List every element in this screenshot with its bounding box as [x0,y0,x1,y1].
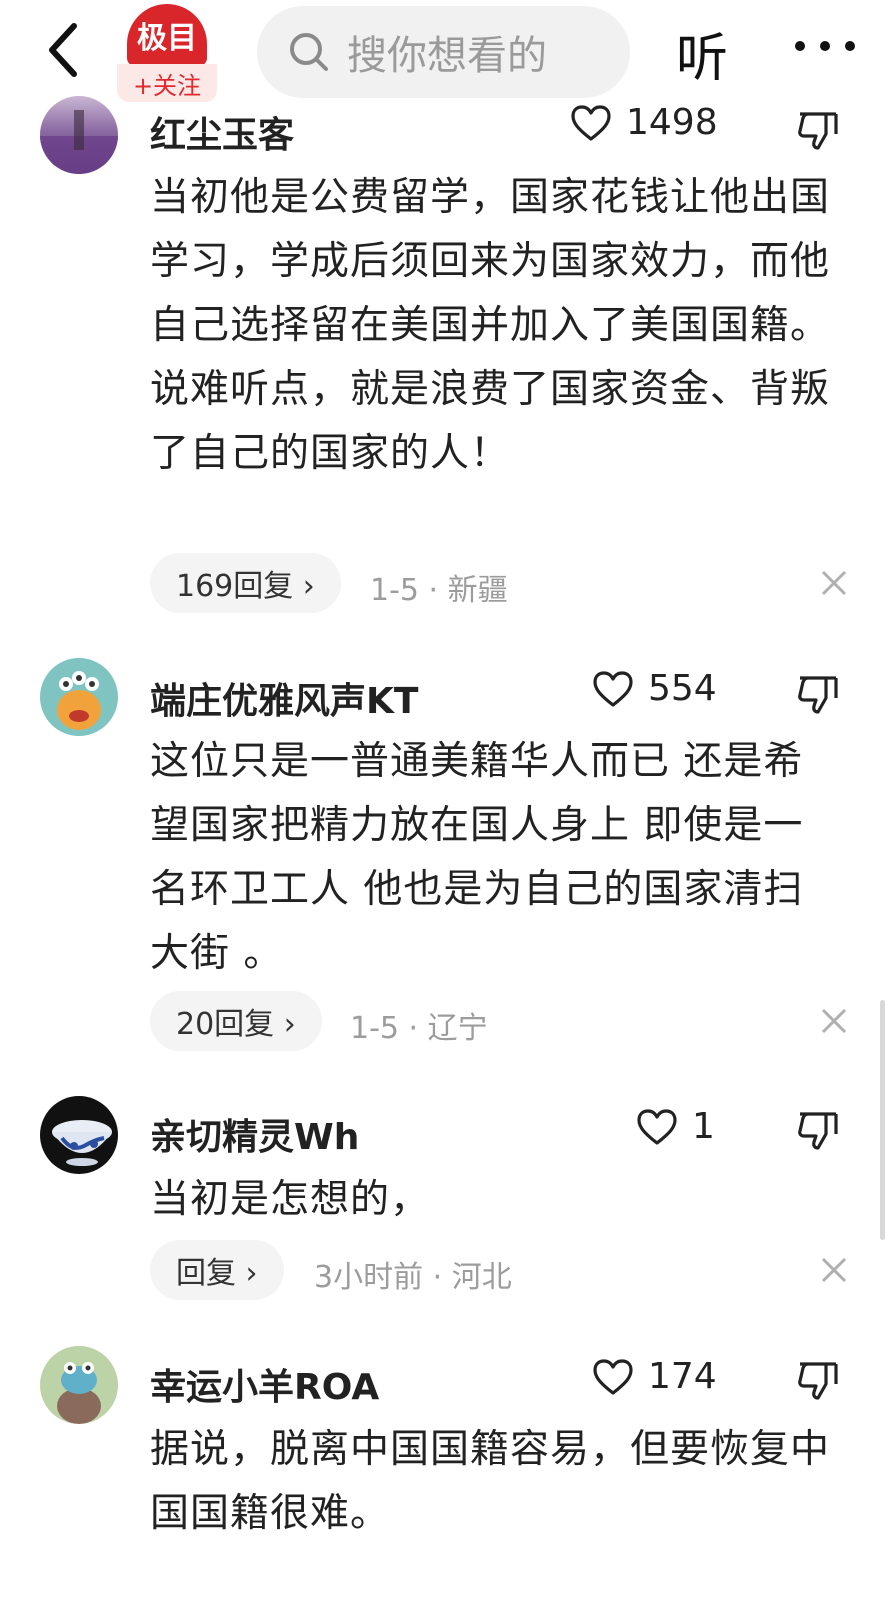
follow-button[interactable]: +关注 [117,64,217,102]
comment-meta: 3小时前 · 河北 [314,1260,512,1295]
like-count: 1 [692,1106,715,1147]
close-icon[interactable] [820,1007,848,1035]
search-icon [290,33,328,71]
reply-button[interactable]: 回复 › [150,1240,284,1300]
thumbs-down-icon[interactable] [796,108,840,152]
avatar[interactable] [40,1346,118,1424]
avatar[interactable] [40,96,118,174]
username[interactable]: 亲切精灵Wh [150,1108,359,1160]
heart-icon [593,670,633,707]
like-button[interactable]: 1 [636,1106,715,1147]
avatar[interactable] [40,658,118,736]
close-icon[interactable] [820,569,848,597]
username[interactable]: 端庄优雅风声KT [150,672,418,724]
comment-meta: 1-5 · 辽宁 [350,1011,488,1046]
comment-text: 当初是怎想的， [150,1177,431,1222]
like-button[interactable]: 174 [592,1356,717,1397]
comment-text: 当初他是公费留学，国家花钱让他出国学习，学成后须回来为国家效力，而他自己选择留在… [150,175,831,476]
like-button[interactable]: 554 [592,668,717,709]
heart-icon [571,104,611,141]
avatar[interactable] [40,1096,118,1174]
search-bar[interactable]: 搜你想看的 [257,6,630,98]
thumbs-down-icon[interactable] [796,672,840,716]
close-icon[interactable] [820,1256,848,1284]
thumbs-down-icon[interactable] [796,1358,840,1402]
listen-button[interactable]: 听 [676,16,728,91]
like-count: 174 [648,1356,717,1397]
channel-logo[interactable]: 极目 +关注 [117,4,217,102]
like-count: 554 [648,668,717,709]
comment-text: 据说，脱离中国国籍容易，但要恢复中国国籍很难。 [150,1427,831,1536]
back-arrow-icon [49,23,77,77]
comment-text: 这位只是一普通美籍华人而已 还是希望国家把精力放在国人身上 即使是一名环卫工人 … [150,739,804,976]
reply-button[interactable]: 20回复 › [150,991,322,1051]
search-placeholder: 搜你想看的 [347,33,547,79]
thumbs-down-icon[interactable] [796,1108,840,1152]
top-bar: 极目 +关注 搜你想看的 听 [0,0,893,108]
like-count: 1498 [626,102,718,143]
username[interactable]: 幸运小羊ROA [150,1358,379,1410]
back-button[interactable] [34,20,94,80]
heart-icon [593,1358,633,1395]
comment-meta: 1-5 · 新疆 [370,573,508,608]
reply-button[interactable]: 169回复 › [150,553,341,613]
logo-text: 极目 [127,4,207,66]
username[interactable]: 红尘玉客 [150,106,294,158]
heart-icon [637,1108,677,1145]
more-dots-icon[interactable] [790,26,860,66]
like-button[interactable]: 1498 [570,102,718,143]
scrollbar[interactable] [880,1000,885,1240]
